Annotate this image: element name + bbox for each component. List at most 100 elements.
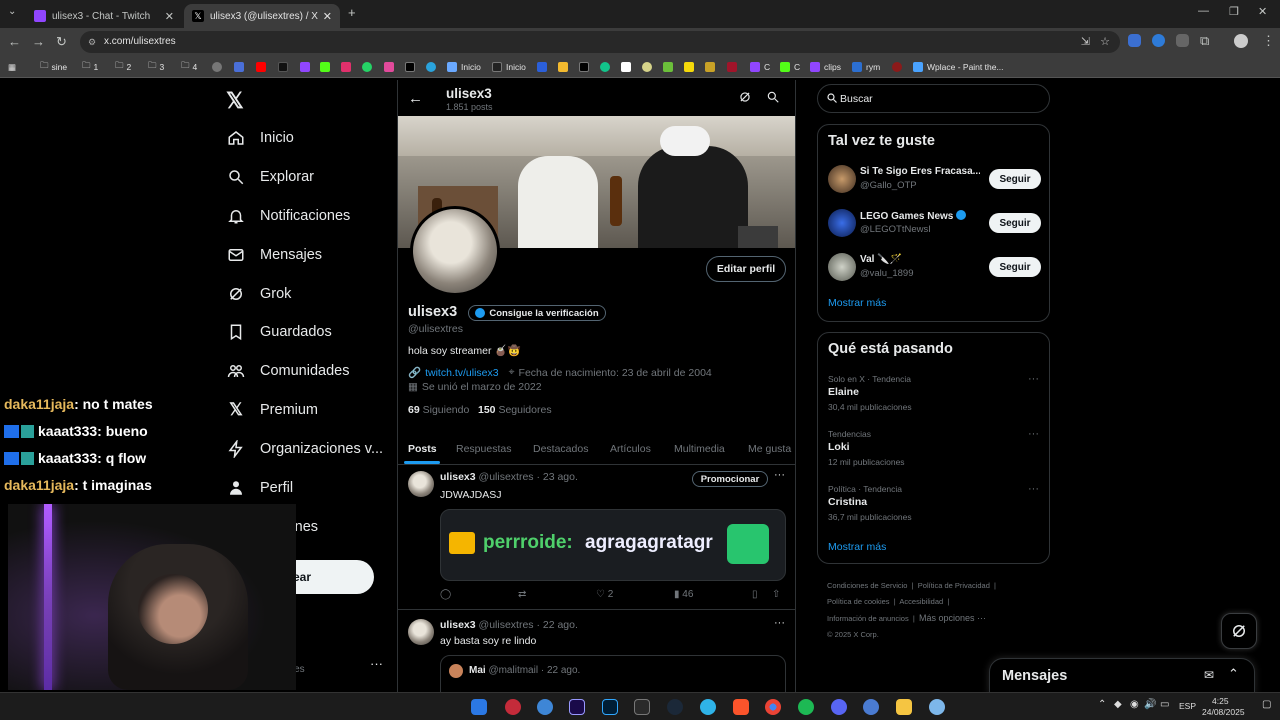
x-logo-icon[interactable]: 𝕏 bbox=[226, 88, 244, 114]
epic-games-icon[interactable] bbox=[634, 699, 650, 715]
tab-articles[interactable]: Artículos bbox=[610, 443, 651, 455]
bookmark-folder-4[interactable]: 🗀 4 bbox=[181, 60, 197, 74]
extension-shield-icon[interactable] bbox=[1152, 34, 1165, 47]
bookmark-site[interactable] bbox=[727, 60, 741, 74]
post-author[interactable]: ulisex3 bbox=[440, 471, 476, 483]
grok-icon[interactable] bbox=[738, 90, 752, 109]
bookmark-inicio-1[interactable]: Inicio bbox=[447, 60, 481, 74]
nav-item-notifications[interactable]: Notificaciones bbox=[226, 201, 350, 231]
bookmark-site[interactable] bbox=[300, 60, 314, 74]
following-link[interactable]: 69 Siguiendo bbox=[408, 404, 469, 416]
apps-grid-icon[interactable]: ▦ bbox=[8, 60, 16, 74]
footer-link[interactable]: Información de anuncios bbox=[827, 614, 909, 623]
bookmark-site[interactable] bbox=[426, 60, 440, 74]
new-tab-icon[interactable]: + bbox=[348, 5, 356, 20]
profile-avatar-icon[interactable] bbox=[1234, 34, 1248, 48]
menu-kebab-icon[interactable]: ⋮ bbox=[1262, 33, 1275, 49]
chevron-up-icon[interactable]: ⌃ bbox=[1228, 666, 1239, 682]
tab-highlights[interactable]: Destacados bbox=[533, 443, 588, 455]
bookmark-site[interactable] bbox=[362, 60, 376, 74]
repost-icon[interactable]: ⇄ bbox=[518, 589, 526, 600]
premiere-icon[interactable] bbox=[569, 699, 585, 715]
steam-icon[interactable] bbox=[667, 699, 683, 715]
bookmark-rym[interactable]: rym bbox=[852, 60, 880, 74]
back-arrow-icon[interactable]: ← bbox=[408, 90, 423, 107]
tab-media[interactable]: Multimedia bbox=[674, 443, 725, 455]
forward-icon[interactable]: → bbox=[32, 34, 45, 49]
bookmark-site[interactable] bbox=[892, 60, 906, 74]
bookmark-inicio-2[interactable]: Inicio bbox=[492, 60, 526, 74]
bookmark-site[interactable] bbox=[234, 60, 248, 74]
extensions-puzzle-icon[interactable]: ⧉ bbox=[1200, 33, 1209, 49]
bookmark-site[interactable] bbox=[341, 60, 355, 74]
install-icon[interactable]: ⇲ bbox=[1081, 31, 1090, 53]
bookmark-folder-1[interactable]: 🗀 1 bbox=[82, 60, 98, 74]
bookmark-site[interactable] bbox=[558, 60, 572, 74]
bookmark-site[interactable] bbox=[212, 60, 226, 74]
nav-item-profile[interactable]: Perfil bbox=[226, 473, 293, 503]
bookmark-icon[interactable]: ▯ bbox=[752, 589, 758, 600]
bookmark-folder-2[interactable]: 🗀 2 bbox=[115, 60, 131, 74]
new-message-icon[interactable]: ✉ bbox=[1204, 668, 1214, 682]
footer-link[interactable]: Política de cookies bbox=[827, 597, 890, 606]
suggestion-item[interactable]: Si Te Sigo Eres Fracasa... @Gallo_OTP Se… bbox=[818, 163, 1051, 201]
reload-icon[interactable]: ↻ bbox=[56, 34, 67, 50]
profile-avatar[interactable] bbox=[410, 206, 500, 296]
bookmark-folder-3[interactable]: 🗀 3 bbox=[148, 60, 164, 74]
trend-more-icon[interactable]: ··· bbox=[1028, 483, 1039, 495]
footer-link[interactable]: Accesibilidad bbox=[899, 597, 943, 606]
profile-link[interactable]: twitch.tv/ulisex3 bbox=[425, 367, 499, 379]
messages-drawer[interactable]: Mensajes ✉ ⌃ bbox=[989, 658, 1255, 694]
app-icon[interactable] bbox=[929, 699, 945, 715]
address-bar[interactable]: ⚙ x.com/ulisextres ⇲ ☆ bbox=[80, 31, 1120, 53]
bookmark-site[interactable] bbox=[256, 60, 270, 74]
bookmark-site[interactable] bbox=[405, 60, 419, 74]
trend-item[interactable]: Tendencias Loki 12 mil publicaciones ··· bbox=[818, 428, 1051, 472]
post-author[interactable]: ulisex3 bbox=[440, 619, 476, 631]
tray-chevron-icon[interactable]: ⌃ bbox=[1098, 699, 1106, 710]
nav-item-home[interactable]: Inicio bbox=[226, 123, 294, 153]
close-window-icon[interactable]: ✕ bbox=[1258, 5, 1267, 18]
footer-link[interactable]: Condiciones de Servicio bbox=[827, 581, 907, 590]
bookmark-site[interactable] bbox=[320, 60, 334, 74]
bookmark-site[interactable] bbox=[537, 60, 551, 74]
file-explorer-icon[interactable] bbox=[896, 699, 912, 715]
tab-replies[interactable]: Respuestas bbox=[456, 443, 511, 455]
trend-more-icon[interactable]: ··· bbox=[1028, 373, 1039, 385]
post-avatar[interactable] bbox=[408, 619, 434, 645]
bookmark-wplace[interactable]: Wplace - Paint the... bbox=[913, 60, 1004, 74]
windows-start-icon[interactable] bbox=[471, 699, 487, 715]
brave-icon[interactable] bbox=[733, 699, 749, 715]
tab-posts[interactable]: Posts bbox=[408, 443, 437, 455]
bookmark-clips[interactable]: clips bbox=[810, 60, 841, 74]
notifications-icon[interactable]: ▢ bbox=[1262, 699, 1271, 710]
tab-search-icon[interactable]: ⌄ bbox=[8, 6, 16, 17]
bookmark-site[interactable] bbox=[600, 60, 614, 74]
bookmark-site[interactable] bbox=[621, 60, 635, 74]
bookmark-site[interactable] bbox=[278, 60, 292, 74]
extension-p-icon[interactable] bbox=[1176, 34, 1189, 47]
like-icon[interactable]: ♡ 2 bbox=[596, 589, 613, 600]
bookmark-site[interactable] bbox=[642, 60, 656, 74]
photoshop-icon[interactable] bbox=[602, 699, 618, 715]
restore-icon[interactable]: ❐ bbox=[1229, 5, 1239, 18]
minimize-icon[interactable]: — bbox=[1198, 5, 1209, 17]
trend-item[interactable]: Política · Tendencia Cristina 36,7 mil p… bbox=[818, 483, 1051, 527]
bookmark-site[interactable] bbox=[705, 60, 719, 74]
bookmark-site[interactable] bbox=[384, 60, 398, 74]
trend-more-icon[interactable]: ··· bbox=[1028, 428, 1039, 440]
search-icon[interactable] bbox=[766, 90, 780, 109]
extension-translate-icon[interactable] bbox=[1128, 34, 1141, 47]
post-media[interactable]: perrroide: agragagratagr bbox=[440, 509, 786, 581]
chrome-icon[interactable] bbox=[765, 699, 781, 715]
follow-button[interactable]: Seguir bbox=[989, 213, 1041, 233]
clock-date[interactable]: 24/08/2025 bbox=[1202, 707, 1245, 717]
app-icon[interactable] bbox=[863, 699, 879, 715]
bookmark-site[interactable] bbox=[579, 60, 593, 74]
app-icon[interactable] bbox=[537, 699, 553, 715]
share-icon[interactable]: ⇧ bbox=[772, 589, 780, 600]
show-more-link[interactable]: Mostrar más bbox=[828, 297, 886, 309]
language-indicator[interactable]: ESP bbox=[1179, 701, 1196, 711]
volume-icon[interactable]: 🔊 bbox=[1144, 699, 1156, 710]
app-icon[interactable] bbox=[505, 699, 521, 715]
